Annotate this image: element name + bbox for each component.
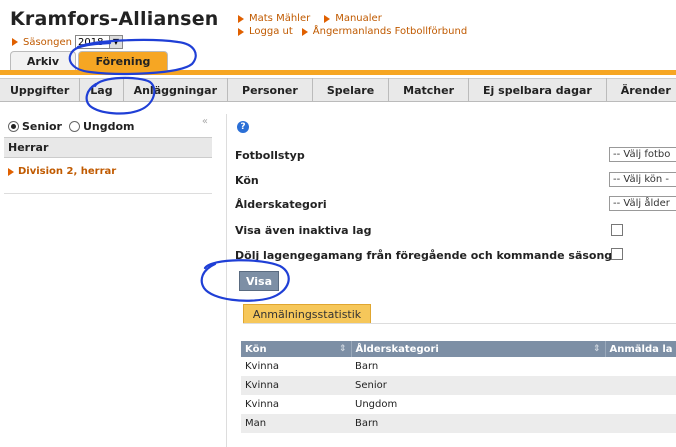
- subnav-personer[interactable]: Personer: [228, 78, 313, 102]
- season-selector: Säsongen 2018 ▼: [12, 35, 123, 49]
- cell-kon: Kvinna: [245, 399, 280, 410]
- visa-button[interactable]: Visa: [239, 271, 279, 291]
- cell-alderskategori: Senior: [351, 376, 605, 395]
- sub-navigation: Uppgifter Lag Anläggningar Personer Spel…: [0, 78, 676, 102]
- visa-inaktiva-label: Visa även inaktiva lag: [235, 224, 372, 237]
- cell-kon: Man: [241, 414, 351, 433]
- radio-ungdom-label: Ungdom: [82, 120, 135, 133]
- sidebar-item-label: Division 2, herrar: [18, 166, 117, 177]
- triangle-right-icon: [12, 38, 18, 46]
- triangle-right-icon: [324, 14, 331, 23]
- radio-senior[interactable]: [8, 121, 19, 132]
- main-tabs: Arkiv Förening: [10, 51, 168, 71]
- cell-alderskategori: Ungdom: [355, 399, 398, 410]
- help-icon[interactable]: ?: [237, 121, 249, 133]
- header-divider: [0, 70, 676, 75]
- visa-inaktiva-checkbox[interactable]: [611, 224, 623, 236]
- collapse-icon[interactable]: «: [202, 116, 208, 127]
- table-row: Man Barn: [241, 414, 676, 433]
- tab-arkiv[interactable]: Arkiv: [10, 51, 76, 71]
- subnav-uppgifter[interactable]: Uppgifter: [0, 78, 81, 102]
- season-select[interactable]: 2018 ▼: [74, 35, 123, 49]
- triangle-right-icon: [238, 27, 244, 36]
- cell-kon: Kvinna: [241, 376, 351, 395]
- subnav-matcher[interactable]: Matcher: [389, 78, 470, 102]
- alderskategori-select[interactable]: -- Välj ålder: [609, 196, 676, 211]
- subnav-spelare[interactable]: Spelare: [313, 78, 390, 102]
- dolj-lagengagemang-label: Dölj lagengegamang från föregående och k…: [235, 249, 613, 262]
- cell-anmalda: [605, 395, 676, 414]
- cell-kon: Kvinna: [245, 361, 280, 372]
- manuals-link[interactable]: Manualer: [335, 12, 382, 25]
- subnav-arenden[interactable]: Ärender: [607, 78, 676, 102]
- stats-table: Kön ⇕ Ålderskategori ⇕ Anmälda la Kvinna B…: [241, 341, 676, 433]
- fotbollstyp-label: Fotbollstyp: [235, 149, 305, 162]
- app-title: Kramfors-Alliansen: [10, 8, 219, 30]
- column-header-kon[interactable]: Kön ⇕: [241, 341, 352, 357]
- radio-ungdom[interactable]: [68, 121, 80, 132]
- triangle-right-icon: [8, 167, 14, 176]
- logout-link[interactable]: Logga ut: [249, 25, 293, 38]
- subnav-anlaggningar[interactable]: Anläggningar: [124, 78, 229, 102]
- header: Kramfors-Alliansen Säsongen 2018 ▼ Mats …: [0, 0, 676, 75]
- federation-link[interactable]: Ångermanlands Fotbollförbund: [313, 25, 467, 38]
- triangle-right-icon: [301, 27, 308, 36]
- radio-senior-label: Senior: [22, 120, 62, 133]
- season-value: 2018: [77, 36, 104, 48]
- chevron-down-icon[interactable]: ▼: [108, 36, 122, 48]
- column-header-anmalda[interactable]: Anmälda la: [605, 341, 676, 357]
- sort-icon[interactable]: ⇕: [593, 344, 601, 354]
- age-group-radios: Senior Ungdom: [4, 114, 212, 137]
- sort-icon[interactable]: ⇕: [339, 344, 347, 354]
- table-row: Kvinna Barn: [241, 357, 676, 376]
- sidebar-item-division-2[interactable]: Division 2, herrar: [4, 158, 212, 194]
- table-row: Kvinna Senior: [241, 376, 676, 395]
- kon-select[interactable]: -- Välj kön -: [609, 172, 676, 187]
- kon-label: Kön: [235, 174, 259, 187]
- cell-anmalda: [605, 357, 676, 376]
- top-links: Mats Mähler Manualer Logga ut Ångermanla…: [238, 12, 467, 38]
- table-row: Kvinna Ungdom: [241, 395, 676, 414]
- alderskategori-label: Ålderskategori: [235, 198, 327, 211]
- subnav-ej-spelbara-dagar[interactable]: Ej spelbara dagar: [469, 78, 607, 102]
- fotbollstyp-select[interactable]: -- Välj fotbo: [609, 147, 676, 162]
- column-header-alderskategori[interactable]: Ålderskategori ⇕: [351, 341, 606, 357]
- tab-forening[interactable]: Förening: [78, 51, 168, 71]
- user-link[interactable]: Mats Mähler: [249, 12, 310, 25]
- tab-anmalningsstatistik[interactable]: Anmälningsstatistik: [243, 304, 371, 324]
- subnav-lag[interactable]: Lag: [80, 78, 124, 102]
- triangle-right-icon: [238, 14, 244, 23]
- dolj-lagengagemang-checkbox[interactable]: [611, 248, 623, 260]
- cell-anmalda: [605, 376, 676, 395]
- cell-alderskategori: Barn: [355, 361, 379, 372]
- sidebar-heading: Herrar: [4, 137, 212, 158]
- season-label: Säsongen: [23, 36, 72, 48]
- sidebar: « Senior Ungdom Herrar Division 2, herra…: [4, 114, 212, 447]
- main-content: ? Fotbollstyp -- Välj fotbo Kön -- Välj …: [226, 114, 676, 447]
- cell-anmalda: [605, 414, 676, 433]
- cell-alderskategori: Barn: [351, 414, 605, 433]
